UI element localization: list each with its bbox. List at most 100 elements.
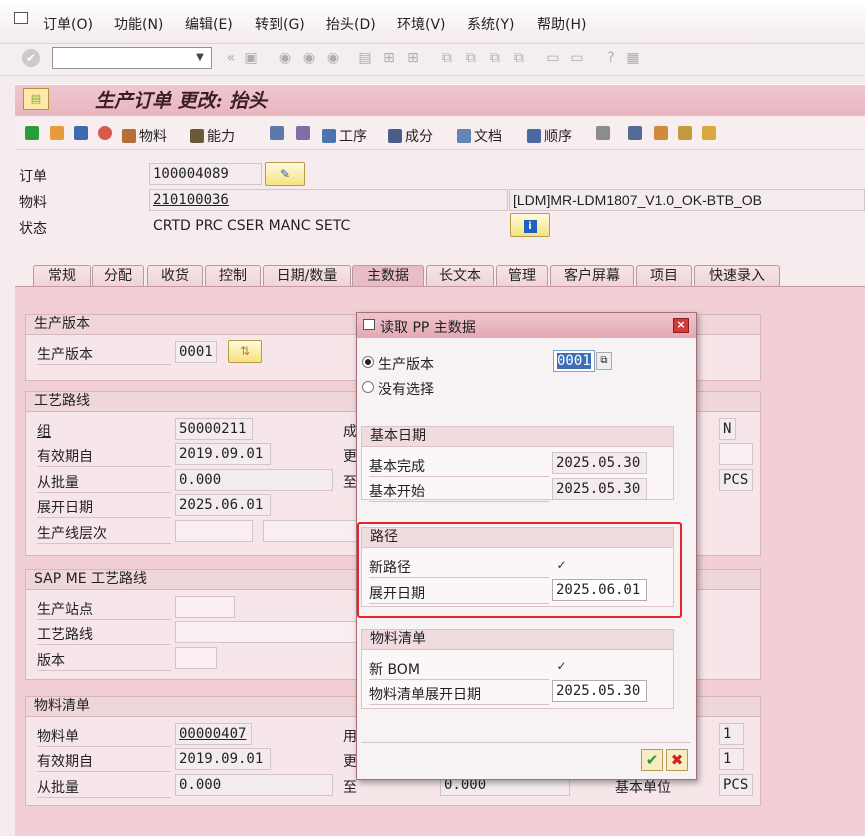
line-hierarchy-desc-field [263, 520, 358, 542]
explosion-date-label: 展开日期 [37, 497, 171, 518]
tab-long-text[interactable]: 长文本 [426, 265, 494, 287]
bom-alternative-field: 1 [719, 748, 744, 770]
menu-edit[interactable]: 编辑(E) [185, 14, 233, 34]
operations-button[interactable]: 工序 [322, 126, 367, 146]
tab-administration[interactable]: 管理 [496, 265, 548, 287]
production-version-option-label: 生产版本 [378, 357, 434, 373]
menu-function[interactable]: 功能(N) [114, 14, 163, 34]
material-field[interactable]: 210100036 [149, 189, 508, 211]
read-master-data-button[interactable]: ⇅ [228, 340, 262, 363]
bom-from-lot-field: 0.000 [175, 774, 333, 796]
menu-environment[interactable]: 环境(V) [397, 14, 446, 34]
radio-no-selection[interactable] [362, 381, 374, 393]
status-info-button[interactable]: i [510, 213, 550, 237]
new-session-icon[interactable]: ▭ [544, 49, 562, 67]
order-field: 100004089 [149, 163, 262, 185]
tab-goods-receipt[interactable]: 收货 [147, 265, 203, 287]
bom-valid-from-field: 2019.09.01 [175, 748, 271, 770]
shortcut-icon[interactable]: ▭ [568, 49, 586, 67]
bom-valid-from-label: 有效期自 [37, 751, 171, 772]
bom-explosion-date-label: 物料清单展开日期 [369, 684, 549, 705]
next-page-icon[interactable]: ⧉ [486, 49, 504, 67]
table-icon[interactable] [702, 126, 719, 142]
command-field[interactable] [52, 47, 212, 69]
confirm-button[interactable]: ✔ [641, 749, 663, 771]
routing-partial-label-2: 更 [343, 449, 357, 465]
routing-group-field: 50000211 [175, 418, 253, 440]
production-site-label: 生产站点 [37, 599, 171, 620]
components-button[interactable]: 成分 [388, 126, 433, 146]
routing-group-label[interactable]: 组 [37, 421, 51, 441]
routing-indicator-field: N [719, 418, 736, 440]
group-title: 物料清单 [362, 630, 673, 650]
menu-goto[interactable]: 转到(G) [255, 14, 305, 34]
material-button[interactable]: 物料 [122, 126, 167, 146]
chevron-down-icon[interactable]: ▼ [190, 48, 210, 68]
tab-project[interactable]: 项目 [636, 265, 692, 287]
radio-production-version[interactable] [362, 356, 374, 368]
menu-header[interactable]: 抬头(D) [326, 14, 376, 34]
menu-help[interactable]: 帮助(H) [537, 14, 586, 34]
value-help-icon[interactable]: ⧉ [596, 352, 612, 370]
find-icon[interactable]: ⊞ [380, 49, 398, 67]
checkmark-icon: ✔ [645, 751, 659, 769]
sequence-icon [527, 129, 541, 143]
bom-partial-label-3: 至 [343, 780, 357, 796]
valid-from-field: 2019.09.01 [175, 443, 271, 465]
routing-unit-field: PCS [719, 469, 753, 491]
tab-dates-quantities[interactable]: 日期/数量 [263, 265, 351, 287]
save-icon[interactable]: ▣ [242, 49, 260, 67]
production-version-field: 0001 [175, 341, 217, 363]
previous-page-icon[interactable]: ⧉ [462, 49, 480, 67]
bom-partial-label-1: 用 [343, 729, 357, 745]
cancel-icon[interactable]: ◉ [324, 49, 342, 67]
back-icon[interactable]: ◉ [276, 49, 294, 67]
last-page-icon[interactable]: ⧉ [510, 49, 528, 67]
dialog-production-version-field[interactable]: 0001 [553, 350, 595, 372]
components-icon [388, 129, 402, 143]
layout-icon[interactable]: ▦ [624, 49, 642, 67]
new-bom-checkbox[interactable]: ✓ [555, 660, 568, 673]
sequence-button[interactable]: 顺序 [527, 126, 572, 146]
exit-icon[interactable]: ◉ [300, 49, 318, 67]
tab-general[interactable]: 常规 [33, 265, 91, 287]
bom-explosion-date-field[interactable]: 2025.05.30 [552, 680, 647, 702]
menu-order[interactable]: 订单(O) [43, 14, 93, 34]
calculator-icon[interactable] [74, 126, 91, 142]
page-title: 生产订单 更改: 抬头 [95, 90, 268, 112]
info-icon: i [523, 220, 537, 233]
flag-icon[interactable] [25, 126, 42, 142]
sort-icon[interactable] [678, 126, 695, 142]
version-field [175, 647, 217, 669]
globe-icon[interactable] [98, 126, 115, 142]
tab-customer-screen[interactable]: 客户屏幕 [550, 265, 634, 287]
tab-master-data[interactable]: 主数据 [352, 265, 424, 288]
routing-right-field [719, 443, 753, 465]
group-title: 基本日期 [362, 427, 673, 447]
bom-from-lot-label: 从批量 [37, 777, 171, 798]
valid-from-label: 有效期自 [37, 446, 171, 467]
find-next-icon[interactable]: ⊞ [404, 49, 422, 67]
grid-icon[interactable] [628, 126, 645, 142]
tree-icon[interactable] [654, 126, 671, 142]
edit-button[interactable]: ✎ [265, 162, 305, 186]
tab-control[interactable]: 控制 [205, 265, 261, 287]
bom-field[interactable]: 00000407 [175, 723, 252, 745]
cube-icon[interactable] [596, 126, 613, 142]
capacity-button[interactable]: 能力 [190, 126, 235, 146]
tab-assignment[interactable]: 分配 [92, 265, 144, 287]
sap-menu-icon[interactable] [14, 12, 28, 24]
production-version-label: 生产版本 [37, 344, 171, 365]
help-icon[interactable]: ? [602, 49, 620, 67]
stack-icon[interactable] [296, 126, 313, 142]
documents-button[interactable]: 文档 [457, 126, 502, 146]
enter-icon[interactable]: ✔ [22, 49, 40, 67]
tab-fast-entry[interactable]: 快速录入 [694, 265, 780, 287]
print-icon[interactable]: ▤ [356, 49, 374, 67]
document-icon[interactable] [50, 126, 67, 142]
cancel-button[interactable]: ✖ [666, 749, 688, 771]
menu-system[interactable]: 系统(Y) [467, 14, 514, 34]
hierarchy-icon[interactable] [270, 126, 287, 142]
close-icon[interactable]: × [673, 318, 689, 333]
first-page-icon[interactable]: ⧉ [438, 49, 456, 67]
